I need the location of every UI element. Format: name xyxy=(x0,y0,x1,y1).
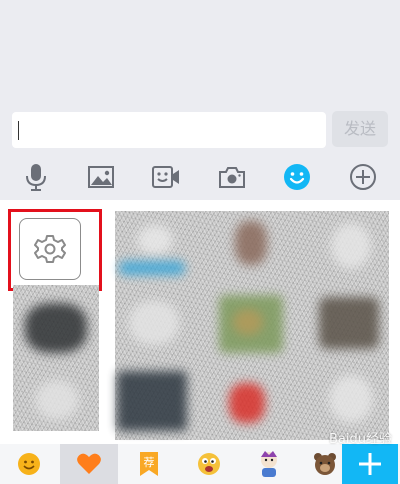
composer-row: 发送 xyxy=(0,108,400,154)
more-button[interactable] xyxy=(347,161,379,193)
sticker-item[interactable] xyxy=(115,217,193,283)
image-button[interactable] xyxy=(85,161,117,193)
input-toolbar xyxy=(0,154,400,200)
tab-sticker-pack-1[interactable] xyxy=(186,444,232,484)
plus-circle-icon xyxy=(350,164,376,190)
tab-sticker-pack-2[interactable] xyxy=(246,444,292,484)
sticker-item[interactable] xyxy=(311,291,389,357)
camera-icon xyxy=(219,167,245,188)
sticker-item[interactable] xyxy=(213,217,291,283)
sticker-item[interactable] xyxy=(213,291,291,357)
sticker-item[interactable] xyxy=(311,217,389,283)
sticker-thumbnail[interactable] xyxy=(35,380,79,420)
cartoon-face-icon xyxy=(198,453,220,475)
send-button[interactable]: 发送 xyxy=(332,111,388,147)
sticker-item[interactable] xyxy=(311,367,389,433)
smiley-icon xyxy=(284,164,310,190)
message-input[interactable] xyxy=(12,112,326,148)
video-call-button[interactable] xyxy=(150,161,182,193)
video-call-icon xyxy=(152,166,179,188)
image-icon xyxy=(88,166,114,188)
watermark-text: Baidu经验 xyxy=(329,432,392,447)
tab-favorites[interactable] xyxy=(60,444,118,484)
sticker-thumbnail[interactable] xyxy=(25,303,87,353)
add-sticker-button[interactable] xyxy=(342,444,398,484)
smiley-face-icon xyxy=(18,453,40,475)
bear-icon xyxy=(314,453,336,475)
emoji-button[interactable] xyxy=(281,161,313,193)
text-caret xyxy=(18,121,19,140)
sticker-grid xyxy=(115,211,389,440)
plus-icon xyxy=(359,453,381,475)
sticker-tabbar: 荐 xyxy=(0,444,400,484)
voice-button[interactable] xyxy=(20,161,52,193)
sticker-item[interactable] xyxy=(115,367,193,433)
chat-history-area xyxy=(0,0,400,108)
settings-highlight-box xyxy=(8,209,102,291)
sticker-column xyxy=(13,285,99,431)
tab-recommended[interactable]: 荐 xyxy=(126,444,172,484)
camera-button[interactable] xyxy=(216,161,248,193)
heart-icon xyxy=(77,453,101,474)
sticker-item[interactable] xyxy=(115,291,193,357)
microphone-icon xyxy=(26,164,46,191)
tab-emoji[interactable] xyxy=(6,444,52,484)
sticker-item[interactable] xyxy=(213,367,291,433)
cartoon-figure-icon xyxy=(261,451,277,477)
recommended-label: 荐 xyxy=(144,456,155,469)
bookmark-icon: 荐 xyxy=(140,452,158,476)
